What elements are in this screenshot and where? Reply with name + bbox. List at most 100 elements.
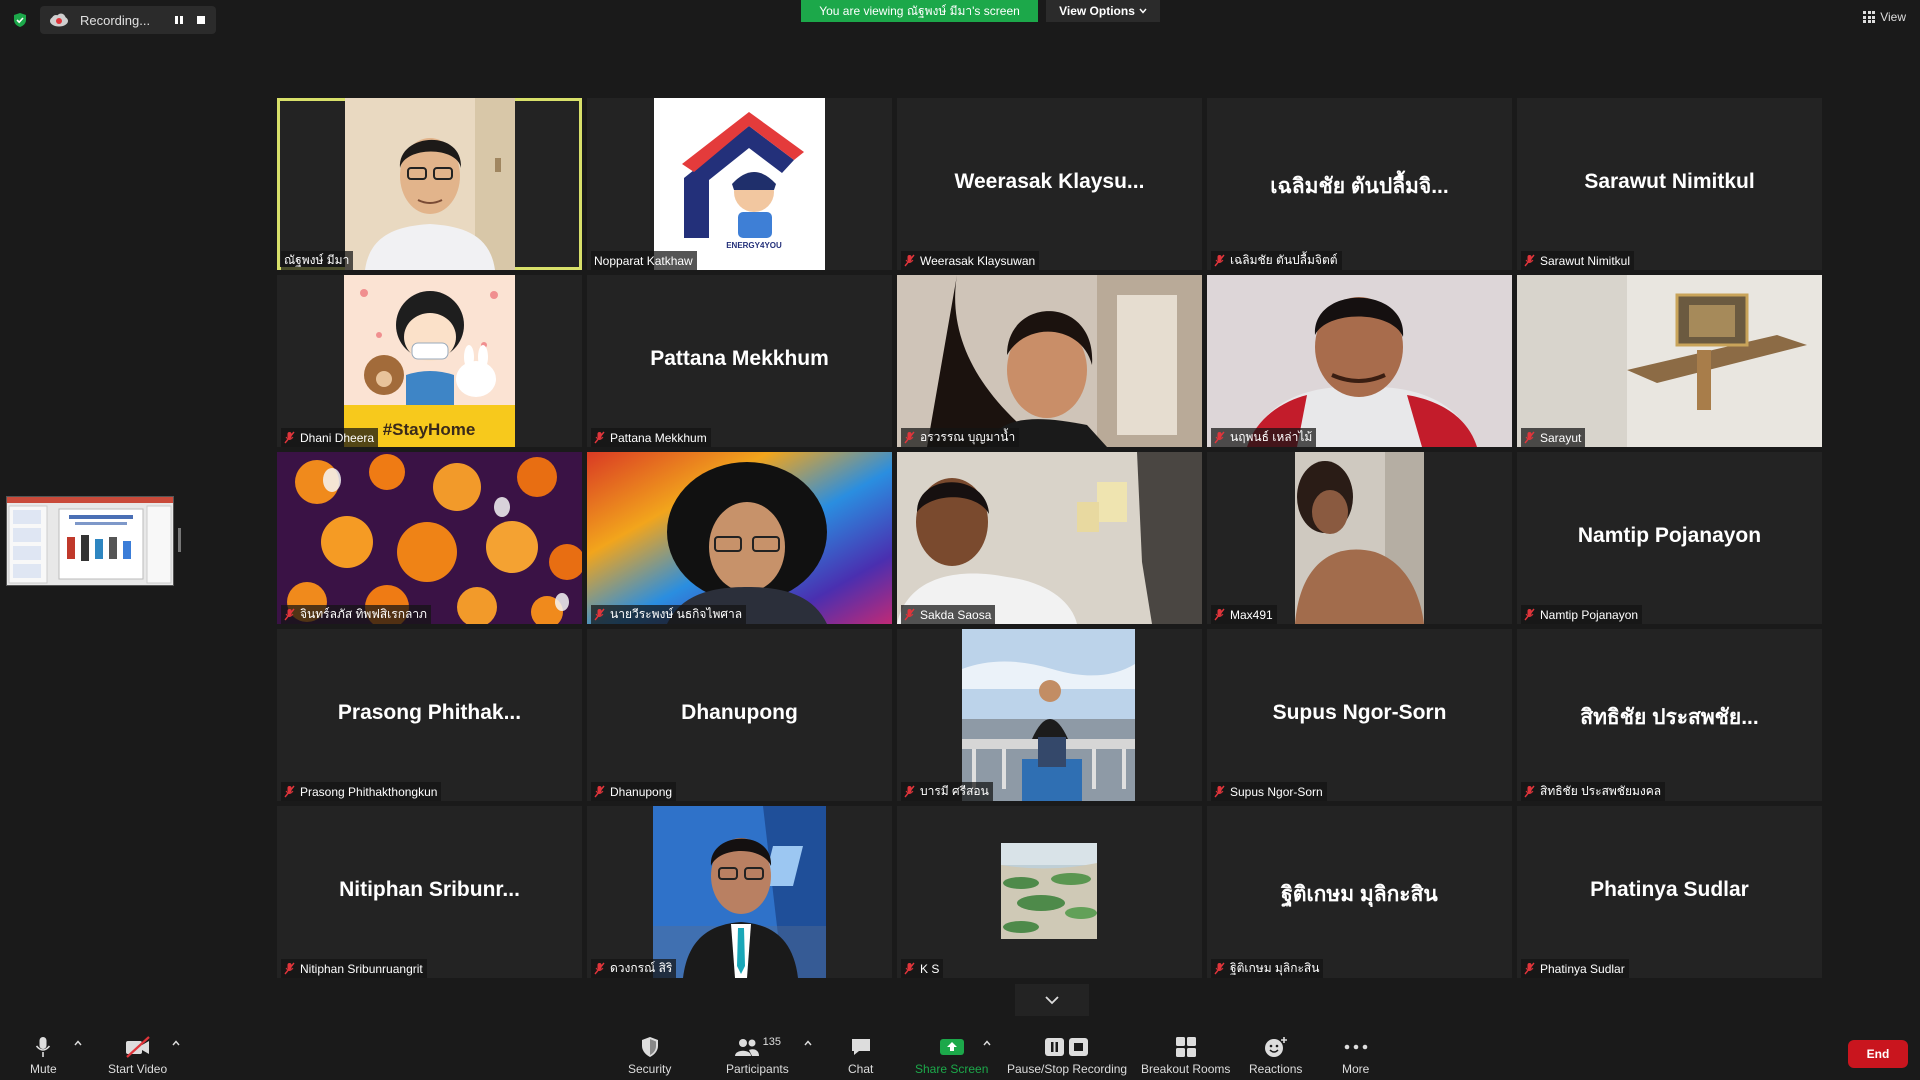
chevron-up-icon[interactable] [982,1038,992,1048]
muted-mic-icon [284,608,295,621]
participant-tile[interactable]: จินทร์ลภัส ทิพฟสิเรกลาภ [277,452,582,624]
thumbnail-resize-handle[interactable] [178,528,181,552]
security-shield-icon[interactable] [12,12,28,28]
video-off-icon [125,1036,150,1058]
gallery-next-page-button[interactable] [1015,984,1089,1016]
participant-tile[interactable]: ดวงกรณ์ สิริ [587,806,892,978]
participant-name-label: บารมี ศรีสอน [901,782,993,801]
participant-video [1295,452,1424,624]
participant-tile[interactable]: Dhanupong Dhanupong [587,629,892,801]
view-options-button[interactable]: View Options [1046,0,1160,22]
participant-name-label: Sarawut Nimitkul [1521,251,1635,270]
microphone-icon [36,1037,51,1057]
reactions-button[interactable]: Reactions [1249,1034,1302,1076]
reactions-smiley-icon [1264,1037,1287,1057]
participant-name: Pattana Mekkhum [610,430,707,445]
breakout-rooms-icon [1175,1037,1196,1057]
muted-mic-icon [594,431,605,444]
participant-name-label: Dhanupong [591,782,677,801]
pause-stop-recording-icon [1045,1038,1089,1056]
participant-name: สิทธิชัย ประสพชัยมงคล [1540,784,1662,798]
muted-mic-icon [904,785,915,798]
participants-label: Participants [726,1062,789,1076]
seaside-photo-avatar [962,629,1135,801]
participant-display-name: Nitiphan Sribunr... [339,878,520,901]
participant-name: Nopparat Katkhaw [594,253,693,268]
muted-mic-icon [1214,431,1225,444]
participant-display-name: Weerasak Klaysu... [954,170,1145,193]
muted-mic-icon [284,962,295,975]
muted-mic-icon [904,431,915,444]
participant-tile[interactable]: Pattana Mekkhum Pattana Mekkhum [587,275,892,447]
participant-name-label: Nitiphan Sribunruangrit [281,959,427,978]
participant-name: บารมี ศรีสอน [920,784,989,798]
participant-name: เฉลิมชัย ตันปลื้มจิตต์ [1230,253,1338,267]
participant-gallery: ณัฐพงษ์ มีมา ENERGY4YOU Nopparat Katkhaw… [277,98,1825,980]
stop-recording-icon[interactable] [195,14,207,26]
participant-tile[interactable]: Sarawut Nimitkul Sarawut Nimitkul [1517,98,1822,270]
participant-tile[interactable]: #StayHome Dhani Dheera [277,275,582,447]
pause-recording-icon[interactable] [173,14,185,26]
more-label: More [1342,1062,1370,1076]
muted-mic-icon [1214,608,1225,621]
participant-tile[interactable]: Weerasak Klaysu... Weerasak Klaysuwan [897,98,1202,270]
pause-stop-recording-button[interactable]: Pause/Stop Recording [1007,1034,1127,1076]
start-video-button[interactable]: Start Video [108,1034,167,1076]
participant-name-label: Phatinya Sudlar [1521,959,1629,978]
participant-tile[interactable]: Sakda Saosa [897,452,1202,624]
participant-tile[interactable]: Supus Ngor-Sorn Supus Ngor-Sorn [1207,629,1512,801]
chat-label: Chat [848,1062,874,1076]
participant-tile[interactable]: ENERGY4YOU Nopparat Katkhaw [587,98,892,270]
chevron-up-icon[interactable] [73,1038,83,1048]
muted-mic-icon [1524,785,1535,798]
participant-tile[interactable]: นายวีระพงษ์ นธกิจไพศาล [587,452,892,624]
muted-mic-icon [1214,962,1225,975]
participants-icon [734,1039,759,1056]
share-screen-icon [939,1039,964,1055]
security-button[interactable]: Security [628,1034,671,1076]
participant-tile[interactable]: เฉลิมชัย ตันปลื้มจิ... เฉลิมชัย ตันปลื้ม… [1207,98,1512,270]
participant-tile[interactable]: นฤพนธ์ เหล่าไม้ [1207,275,1512,447]
more-dots-icon [1344,1044,1367,1050]
breakout-rooms-button[interactable]: Breakout Rooms [1141,1034,1230,1076]
participant-name: Phatinya Sudlar [1540,961,1625,976]
participant-tile[interactable]: Namtip Pojanayon Namtip Pojanayon [1517,452,1822,624]
participant-tile[interactable]: K S [897,806,1202,978]
participant-name-label: ฐิติเกษม มุลิกะสิน [1211,959,1324,978]
halloween-background-video [277,452,582,624]
participant-name-label: Dhani Dheera [281,428,379,447]
muted-mic-icon [904,254,915,267]
participant-tile[interactable]: Sarayut [1517,275,1822,447]
chevron-up-icon[interactable] [803,1038,813,1048]
participant-tile[interactable]: อรวรรณ บุญมาน้ำ [897,275,1202,447]
share-screen-button[interactable]: Share Screen [915,1034,988,1076]
participant-tile[interactable]: Nitiphan Sribunr... Nitiphan Sribunruang… [277,806,582,978]
cloud-recording-icon [50,13,68,27]
presentation-preview-image [7,497,173,585]
energy-logo-text: ENERGY4YOU [726,241,782,250]
participant-name: Prasong Phithakthongkun [300,784,438,799]
end-meeting-button[interactable]: End [1848,1040,1908,1068]
participant-name: ฐิติเกษม มุลิกะสิน [1230,961,1320,975]
participant-tile[interactable]: สิทธิชัย ประสพชัย... สิทธิชัย ประสพชัยมง… [1517,629,1822,801]
participant-tile[interactable]: ณัฐพงษ์ มีมา [277,98,582,270]
participant-tile[interactable]: Prasong Phithak... Prasong Phithakthongk… [277,629,582,801]
shared-screen-thumbnail[interactable] [6,496,174,586]
more-button[interactable]: More [1342,1034,1369,1076]
breakout-rooms-label: Breakout Rooms [1141,1062,1231,1076]
participants-button[interactable]: 135 Participants [726,1034,789,1076]
energy-logo-avatar: ENERGY4YOU [654,98,825,270]
chevron-up-icon[interactable] [171,1038,181,1048]
view-button[interactable]: View [1863,10,1906,24]
participant-display-name: Prasong Phithak... [337,701,522,724]
participant-name: Dhani Dheera [300,430,375,445]
muted-mic-icon [904,608,915,621]
participant-name: Supus Ngor-Sorn [1230,784,1323,799]
participant-tile[interactable]: Max491 [1207,452,1512,624]
chat-button[interactable]: Chat [848,1034,873,1076]
participant-display-name: เฉลิมชัย ตันปลื้มจิ... [1270,175,1449,198]
mute-button[interactable]: Mute [30,1034,57,1076]
participant-tile[interactable]: ฐิติเกษม มุลิกะสิน ฐิติเกษม มุลิกะสิน [1207,806,1512,978]
participant-tile[interactable]: Phatinya Sudlar Phatinya Sudlar [1517,806,1822,978]
participant-tile[interactable]: บารมี ศรีสอน [897,629,1202,801]
